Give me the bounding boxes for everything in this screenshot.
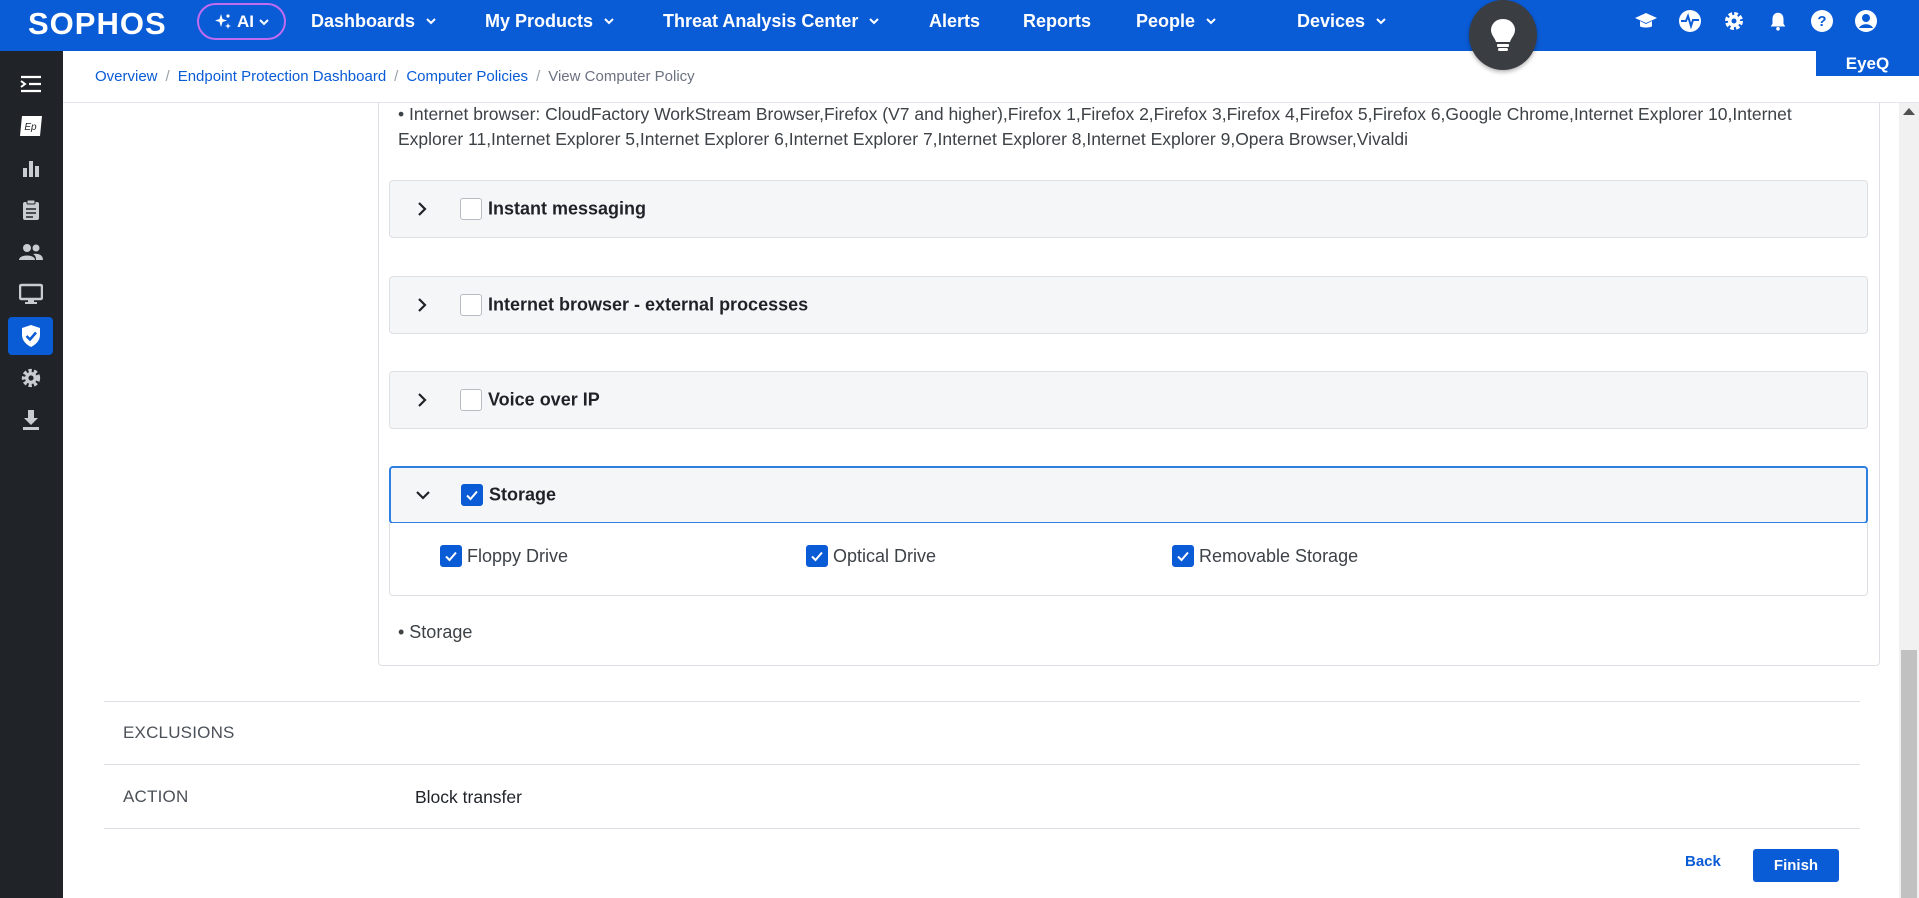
nav-reports[interactable]: Reports (1023, 0, 1091, 42)
chevron-down-icon (258, 16, 270, 28)
divider (104, 701, 1860, 702)
nav-devices[interactable]: Devices (1297, 0, 1387, 42)
breadcrumb-computer-policies[interactable]: Computer Policies (406, 68, 528, 85)
storage-checkbox[interactable] (461, 484, 483, 506)
chevron-right-icon[interactable] (414, 392, 430, 408)
accordion-label: Voice over IP (488, 389, 600, 410)
nav-threat-analysis-label: Threat Analysis Center (663, 10, 859, 31)
divider (104, 764, 1860, 765)
breadcrumb-current: View Computer Policy (548, 68, 695, 85)
breadcrumb-separator: / (536, 68, 541, 85)
bell-icon[interactable] (1765, 8, 1791, 34)
internet-browser-list: • Internet browser: CloudFactory WorkStr… (398, 104, 1792, 149)
breadcrumb-endpoint-dashboard[interactable]: Endpoint Protection Dashboard (178, 68, 386, 85)
storage-summary: • Storage (398, 622, 473, 642)
graduation-cap-icon[interactable] (1633, 8, 1659, 34)
nav-my-products[interactable]: My Products (485, 0, 615, 42)
endpoint-badge-text: Ep (24, 122, 37, 133)
ai-label: AI (237, 11, 254, 31)
action-value: Block transfer (415, 787, 522, 807)
removable-storage-option[interactable]: Removable Storage (1172, 545, 1358, 567)
instant-messaging-checkbox[interactable] (460, 198, 482, 220)
optical-drive-checkbox[interactable] (806, 545, 828, 567)
back-button[interactable]: Back (1685, 853, 1721, 870)
accordion-label: Instant messaging (488, 198, 647, 219)
endpoint-icon[interactable]: Ep (8, 107, 53, 145)
breadcrumb-overview[interactable]: Overview (95, 68, 158, 85)
divider (104, 828, 1860, 829)
scroll-up-arrow[interactable] (1903, 108, 1915, 115)
shield-check-icon[interactable] (8, 317, 53, 355)
svg-text:?: ? (1817, 13, 1826, 30)
checkmark-icon (445, 551, 457, 562)
bar-chart-icon[interactable] (8, 149, 53, 187)
checkmark-icon (811, 551, 823, 562)
nav-alerts[interactable]: Alerts (929, 0, 980, 42)
voice-over-ip-checkbox[interactable] (460, 389, 482, 411)
user-icon[interactable] (1853, 8, 1879, 34)
chevron-down-icon (868, 11, 880, 32)
nav-alerts-label: Alerts (929, 10, 981, 31)
sparkle-icon (213, 12, 233, 32)
collapse-menu-icon[interactable] (8, 65, 53, 103)
optical-drive-label: Optical Drive (833, 545, 937, 566)
nav-my-products-label: My Products (485, 10, 594, 31)
nav-reports-label: Reports (1023, 10, 1092, 31)
gear-icon[interactable] (1721, 8, 1747, 34)
download-icon[interactable] (8, 401, 53, 439)
top-navigation-bar: SOPHOS AI Dashboards My Products Threat … (0, 0, 1919, 51)
checkmark-icon (1177, 551, 1189, 562)
nav-devices-label: Devices (1297, 10, 1366, 31)
ai-assistant-button[interactable]: AI (197, 3, 286, 40)
monitor-icon[interactable] (8, 275, 53, 313)
accordion-label: Internet browser - external processes (488, 294, 809, 315)
accordion-internet-browser-external[interactable]: Internet browser - external processes (389, 276, 1868, 334)
optical-drive-option[interactable]: Optical Drive (806, 545, 936, 567)
nav-people-label: People (1136, 10, 1196, 31)
accordion-voice-over-ip[interactable]: Voice over IP (389, 371, 1868, 429)
chevron-down-icon (603, 11, 615, 32)
chevron-down-icon (425, 11, 437, 32)
accordion-storage[interactable]: Storage (389, 466, 1868, 524)
help-icon[interactable]: ? (1809, 8, 1835, 34)
breadcrumb: Overview / Endpoint Protection Dashboard… (63, 51, 1919, 103)
nav-dashboards-label: Dashboards (311, 10, 416, 31)
gear-icon[interactable] (8, 359, 53, 397)
breadcrumb-separator: / (394, 68, 399, 85)
top-utility-icons: ? (1633, 8, 1879, 34)
checkmark-icon (466, 490, 478, 501)
nav-threat-analysis-center[interactable]: Threat Analysis Center (663, 0, 880, 42)
exclusions-label: EXCLUSIONS (123, 723, 235, 742)
chevron-right-icon[interactable] (414, 201, 430, 217)
internet-browser-external-checkbox[interactable] (460, 294, 482, 316)
accordion-label: Storage (489, 484, 557, 505)
chevron-down-icon (1205, 11, 1217, 32)
floppy-drive-label: Floppy Drive (467, 545, 569, 566)
action-label: ACTION (123, 787, 189, 806)
removable-storage-checkbox[interactable] (1172, 545, 1194, 567)
scrollbar-thumb[interactable] (1901, 650, 1917, 898)
sophos-logo[interactable]: SOPHOS (28, 6, 167, 42)
removable-storage-label: Removable Storage (1199, 545, 1359, 566)
left-sidebar: Ep (0, 51, 63, 898)
finish-button[interactable]: Finish (1753, 849, 1839, 882)
chevron-down-icon[interactable] (415, 487, 431, 503)
floppy-drive-option[interactable]: Floppy Drive (440, 545, 568, 567)
floppy-drive-checkbox[interactable] (440, 545, 462, 567)
accordion-instant-messaging[interactable]: Instant messaging (389, 180, 1868, 238)
people-icon[interactable] (8, 233, 53, 271)
breadcrumb-separator: / (165, 68, 170, 85)
chevron-down-icon (1375, 11, 1387, 32)
chevron-right-icon[interactable] (414, 297, 430, 313)
clipboard-icon[interactable] (8, 191, 53, 229)
storage-options-panel: Floppy Drive Optical Drive Removable Sto… (389, 523, 1868, 596)
nav-dashboards[interactable]: Dashboards (311, 0, 437, 42)
nav-people[interactable]: People (1136, 0, 1217, 42)
pulse-icon[interactable] (1677, 8, 1703, 34)
